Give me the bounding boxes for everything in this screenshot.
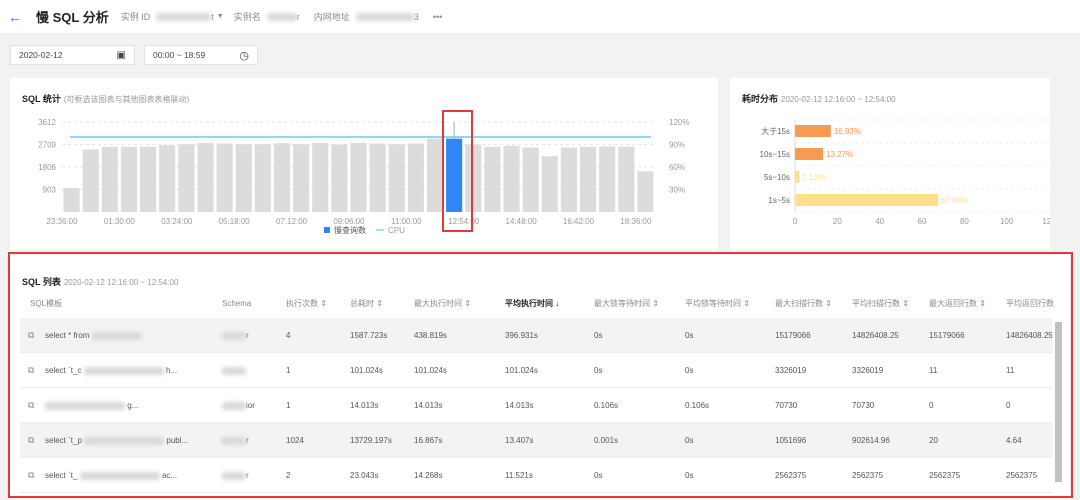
legend-label: 慢查询数 [334,225,366,235]
category-label: 大于15s [761,126,790,136]
category-label: 10s~15s [760,150,790,159]
instance-name-label: 实例名 [233,12,261,22]
intranet-label: 内网地址 [313,12,350,22]
bar [273,143,291,212]
instance-id-label: 实例 ID [120,12,151,22]
time-range-picker[interactable]: 00:00 ~ 18:59 ◷ [144,45,258,65]
x-tick-label: 03:24:00 [161,217,193,226]
x-tick-label: 120 [1042,217,1050,226]
bar [599,146,616,212]
bar [101,146,118,212]
x-tick-label: 100 [1000,217,1014,226]
highlight-box [442,110,473,232]
date-value: 2020-02-12 [19,50,63,60]
bar [407,143,424,212]
x-tick-label: 80 [960,217,969,226]
bar [541,156,558,212]
y2-tick-label: 60% [669,163,685,172]
category-label: 1s~5s [768,196,790,205]
bar [426,138,444,212]
bar [235,144,252,212]
duration-chart: 大于15s 16.93% 10s~15s 13.27% 5s~10s 2.12% 1s~5s… [760,119,1050,226]
x-tick-label: 05:18:00 [219,217,251,226]
bar [159,145,176,212]
bar [369,143,386,212]
y2-tick-label: 90% [669,141,685,150]
instance-id-suffix: t [211,11,214,22]
time-range-value: 00:00 ~ 18:59 [153,50,206,60]
x-tick-label: 40 [875,217,884,226]
x-tick-label: 11:00:00 [391,217,422,226]
x-tick-label: 09:06:00 [333,217,365,226]
bar [795,125,831,137]
y-tick-label: 2709 [38,141,56,150]
bar [197,142,214,212]
intranet-suffix: 3 [413,11,419,22]
x-tick-label: 14:48:00 [506,217,538,226]
data-label: 2.12% [802,173,825,182]
top-header: ← 慢 SQL 分析 实例 ID t ▼ 实例名 r 内网地址 3 ••• [0,0,1080,33]
bar [63,187,80,212]
bar [388,144,405,212]
bar [795,148,824,160]
category-label: 5s~10s [764,173,790,182]
bar [503,145,520,212]
y-tick-label: 903 [43,186,57,195]
bar [637,171,654,212]
bar [82,149,99,212]
clock-icon[interactable]: ◷ [239,49,249,62]
x-tick-label: 0 [793,217,798,226]
bar [331,144,348,212]
sql-stats-chart[interactable]: 903 30% 1806 60% 2709 90% 3612 120% 23:36:00 01:3… [10,78,718,250]
x-tick-label: 07:12:00 [276,217,308,226]
bar [795,171,800,183]
x-tick-label: 20 [833,217,842,226]
bar [312,142,329,212]
x-tick-label: 01:30:00 [104,217,136,226]
arrow-left-icon[interactable]: ← [8,9,22,25]
instance-name-value [266,12,297,21]
y-tick-label: 3612 [38,118,56,127]
instance-id-value [156,12,212,21]
bar [120,146,138,212]
data-label: 67.68% [941,196,968,205]
bar [293,144,310,212]
chevron-down-icon[interactable]: ▼ [217,13,224,20]
bar [522,147,539,212]
date-picker[interactable]: 2020-02-12 ▣ [10,45,135,65]
y-tick-label: 1806 [38,163,56,172]
bar [579,146,597,212]
data-label: 16.93% [834,127,861,136]
calendar-icon[interactable]: ▣ [117,50,126,61]
intranet-value [355,12,414,21]
x-tick-label: 18:36:00 [620,217,652,226]
bar [216,143,233,212]
more-button[interactable]: ••• [433,12,442,22]
bar [618,146,635,212]
bar [484,146,501,212]
bar [254,144,271,212]
bar [140,146,157,212]
legend-swatch [324,227,330,233]
page-title: 慢 SQL 分析 [36,10,109,25]
y2-tick-label: 30% [669,186,685,195]
bar [795,194,939,206]
instance-name-suffix: r [296,11,300,22]
y2-tick-label: 120% [669,118,689,127]
x-tick-label: 16:42:00 [563,217,595,226]
bar [560,147,577,212]
legend-label: CPU [388,226,405,235]
data-label: 13.27% [826,150,853,159]
bar [178,144,195,212]
x-tick-label: 23:36:00 [46,217,78,226]
x-tick-label: 60 [918,217,927,226]
bar [350,142,367,212]
table-highlight-box [8,252,1073,498]
